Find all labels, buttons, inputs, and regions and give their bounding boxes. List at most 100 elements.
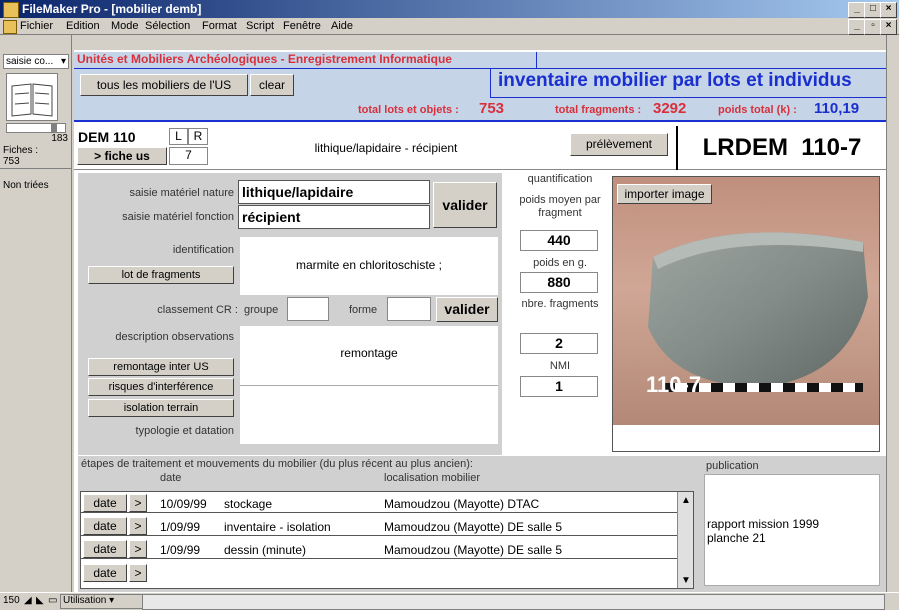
- mode-select[interactable]: Utilisation ▾: [60, 594, 144, 609]
- typologie-label: typologie et datation: [135, 425, 234, 437]
- forme-label: forme: [349, 304, 378, 316]
- publication-field[interactable]: rapport mission 1999 planche 21: [704, 474, 880, 586]
- date-button[interactable]: date: [83, 494, 127, 512]
- description-field[interactable]: remontage: [240, 346, 498, 360]
- record-reference: LRDEM 110-7: [676, 126, 886, 170]
- record-code: DEM 110: [78, 129, 136, 145]
- menu-mode[interactable]: Mode: [111, 20, 139, 32]
- column-date: date: [160, 472, 182, 484]
- fonction-label: saisie matériel fonction: [122, 211, 234, 223]
- row-location[interactable]: Mamoudzou (Mayotte) DE salle 5: [384, 520, 562, 534]
- horizontal-scrollbar[interactable]: [142, 594, 885, 610]
- total-weight-label: poids total (k) :: [718, 104, 797, 116]
- identification-field[interactable]: marmite en chloritoschiste ;: [240, 237, 498, 295]
- document-icon[interactable]: [3, 20, 17, 34]
- lot-fragments-button[interactable]: lot de fragments: [88, 266, 234, 284]
- valider-nature-button[interactable]: valider: [433, 182, 497, 228]
- import-image-button[interactable]: importer image: [617, 184, 712, 204]
- row-location[interactable]: Mamoudzou (Mayotte) DTAC: [384, 497, 539, 511]
- filemaker-app-icon: [3, 2, 19, 18]
- menu-format[interactable]: Format: [202, 20, 237, 32]
- nbre-fragments-field[interactable]: 2: [520, 333, 598, 354]
- date-button[interactable]: date: [83, 564, 127, 582]
- record-slider[interactable]: [6, 123, 66, 133]
- menu-fichier[interactable]: Fichier: [20, 20, 53, 32]
- zoom-level: 150: [3, 595, 20, 606]
- subtitle: inventaire mobilier par lots et individu…: [498, 70, 852, 91]
- scroll-down-icon[interactable]: ▼: [681, 575, 691, 586]
- groupe-label: groupe: [244, 304, 279, 316]
- vertical-scrollbar[interactable]: [886, 35, 899, 592]
- classement-label: classement CR :: [157, 304, 238, 316]
- records-count: 753: [3, 156, 20, 167]
- title-bar: FileMaker Pro - [mobilier demb] _ □ ×: [0, 0, 899, 18]
- total-fragments-value: 3292: [653, 100, 687, 117]
- row-action[interactable]: inventaire - isolation: [224, 520, 331, 534]
- record-number-field[interactable]: 7: [169, 147, 208, 165]
- poids-field[interactable]: 880: [520, 272, 598, 293]
- nbre-fragments-label: nbre. fragments: [521, 298, 599, 310]
- description-label: description observations: [115, 331, 234, 343]
- menu-selection[interactable]: Sélection: [145, 20, 190, 32]
- forme-input[interactable]: [387, 297, 431, 321]
- window-title: FileMaker Pro - [mobilier demb]: [22, 2, 202, 16]
- row-date[interactable]: 1/09/99: [160, 520, 200, 534]
- zoom-in-icon[interactable]: ◣: [36, 595, 44, 606]
- groupe-input[interactable]: [287, 297, 329, 321]
- record-number: 183: [51, 133, 68, 144]
- slider-thumb[interactable]: [51, 123, 57, 133]
- divider: [0, 168, 72, 169]
- r-field[interactable]: R: [188, 128, 208, 145]
- date-button[interactable]: date: [83, 517, 127, 535]
- status-bar: 150 ◢ ◣ ▭ Utilisation ▾: [0, 592, 899, 610]
- row-date[interactable]: 1/09/99: [160, 543, 200, 557]
- valider-classement-button[interactable]: valider: [436, 297, 498, 322]
- doc-close-button[interactable]: ×: [880, 19, 897, 35]
- image-caption: 110-7: [646, 372, 702, 397]
- row-arrow-button[interactable]: >: [129, 540, 147, 558]
- layout-select[interactable]: saisie co... ▾: [3, 54, 69, 69]
- poids-moyen-value: 440: [520, 230, 598, 251]
- status-toggle-icon[interactable]: ▭: [48, 595, 57, 606]
- all-objects-button[interactable]: tous les mobiliers de l'US: [80, 74, 248, 96]
- chevron-down-icon: ▾: [60, 56, 66, 67]
- fiche-us-button[interactable]: > fiche us: [77, 147, 167, 165]
- row-action[interactable]: dessin (minute): [224, 543, 306, 557]
- clear-button[interactable]: clear: [250, 74, 294, 96]
- row-arrow-button[interactable]: >: [129, 494, 147, 512]
- zoom-out-icon[interactable]: ◢: [24, 595, 32, 606]
- total-fragments-label: total fragments :: [555, 104, 642, 116]
- l-field[interactable]: L: [169, 128, 188, 145]
- row-location[interactable]: Mamoudzou (Mayotte) DE salle 5: [384, 543, 562, 557]
- menu-aide[interactable]: Aide: [331, 20, 353, 32]
- row-arrow-button[interactable]: >: [129, 517, 147, 535]
- nature-label: saisie matériel nature: [129, 187, 234, 199]
- remontage-button[interactable]: remontage inter US: [88, 358, 234, 376]
- row-arrow-button[interactable]: >: [129, 564, 147, 582]
- date-button[interactable]: date: [83, 540, 127, 558]
- total-weight-value: 110,19: [814, 100, 860, 117]
- mode-value: Utilisation: [63, 595, 107, 606]
- title-rule-end: [536, 52, 537, 68]
- row-action[interactable]: stockage: [224, 497, 272, 511]
- identification-label: identification: [172, 244, 234, 256]
- menu-fenetre[interactable]: Fenêtre: [283, 20, 321, 32]
- fonction-input[interactable]: [238, 205, 430, 229]
- records-label: Fiches :: [3, 145, 39, 156]
- total-lots-label: total lots et objets :: [358, 104, 459, 116]
- portal-scrollbar[interactable]: ▲ ▼: [677, 492, 693, 588]
- menu-edition[interactable]: Edition: [66, 20, 100, 32]
- prelevement-button[interactable]: prélèvement: [570, 133, 668, 156]
- risques-button[interactable]: risques d'interférence: [88, 378, 234, 396]
- scroll-up-icon[interactable]: ▲: [681, 495, 691, 506]
- publication-label: publication: [706, 460, 759, 472]
- isolation-button[interactable]: isolation terrain: [88, 399, 234, 417]
- menu-script[interactable]: Script: [246, 20, 274, 32]
- book-navigator-icon[interactable]: [6, 73, 58, 121]
- close-button[interactable]: ×: [880, 2, 897, 18]
- row-date[interactable]: 10/09/99: [160, 497, 207, 511]
- nature-input[interactable]: [238, 180, 430, 204]
- poids-label: poids en g.: [533, 257, 587, 269]
- nmi-field[interactable]: 1: [520, 376, 598, 397]
- title-rule: [74, 68, 536, 69]
